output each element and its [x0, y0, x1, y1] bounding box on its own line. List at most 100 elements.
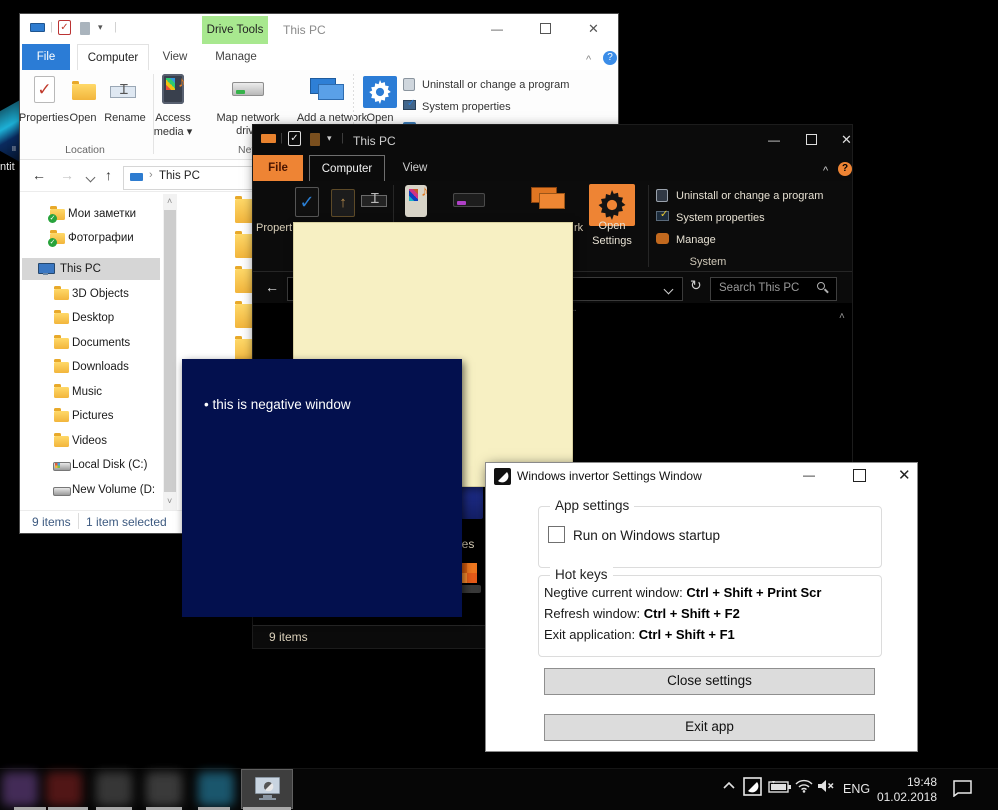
- taskbar-app-button[interactable]: [96, 772, 132, 806]
- open-settings-tile[interactable]: [363, 76, 397, 108]
- negative-window[interactable]: • this is negative window: [182, 359, 462, 617]
- close-button[interactable]: ✕: [588, 21, 599, 37]
- sidebar-item-3d-objects[interactable]: 3D Objects: [20, 283, 160, 305]
- system-properties-item[interactable]: System properties: [422, 101, 511, 113]
- search-placeholder[interactable]: Search This PC: [719, 282, 799, 294]
- system-properties-check: ✓: [660, 209, 669, 220]
- minimize-button[interactable]: —: [491, 22, 503, 36]
- qat-folder-icon[interactable]: [310, 133, 320, 146]
- tab-manage[interactable]: Manage: [206, 44, 266, 70]
- minimize-button[interactable]: —: [768, 133, 780, 147]
- tab-file[interactable]: File: [22, 44, 70, 70]
- battery-icon[interactable]: [768, 780, 792, 793]
- action-center-icon[interactable]: [952, 779, 973, 797]
- tab-view[interactable]: View: [151, 44, 199, 70]
- map-network-drive-button[interactable]: Map network: [215, 112, 281, 124]
- sidebar-item-desktop[interactable]: Desktop: [20, 307, 160, 329]
- sidebar-item-new-volume-d[interactable]: New Volume (D:: [20, 479, 160, 501]
- close-button[interactable]: ✕: [898, 466, 911, 484]
- open-settings-line2: Settings: [592, 235, 632, 247]
- properties-icon[interactable]: ✓: [295, 187, 319, 217]
- qat-properties-icon[interactable]: ✓: [58, 20, 71, 35]
- add-network-icon2: [318, 84, 344, 100]
- breadcrumb[interactable]: This PC: [159, 170, 200, 182]
- minimize-button[interactable]: —: [803, 468, 815, 482]
- help-icon[interactable]: ?: [603, 51, 617, 65]
- open-settings-button[interactable]: Open: [589, 220, 635, 232]
- tab-computer[interactable]: Computer: [309, 155, 385, 182]
- properties-icon[interactable]: ✓: [34, 76, 55, 103]
- properties-label-fragment[interactable]: Propert: [256, 222, 292, 234]
- ribbon-collapse-icon[interactable]: ^: [823, 165, 828, 177]
- qat-new-folder-icon[interactable]: [80, 22, 90, 35]
- access-media-button[interactable]: Access: [148, 112, 198, 124]
- sidebar-item-this-pc[interactable]: This PC: [20, 258, 160, 280]
- forward-icon[interactable]: →: [60, 167, 74, 183]
- sync-check-icon: ✓: [48, 238, 57, 247]
- back-icon[interactable]: ←: [265, 279, 279, 295]
- taskbar-app-button[interactable]: [146, 772, 182, 806]
- taskbar-app-button[interactable]: [46, 772, 82, 806]
- tab-computer[interactable]: Computer: [77, 44, 149, 71]
- tray-invertor-icon[interactable]: [743, 777, 762, 796]
- qat-properties-icon[interactable]: ✓: [288, 131, 301, 146]
- qat-separator2: |: [114, 21, 117, 33]
- taskbar-invertor-button-active[interactable]: [241, 769, 293, 809]
- taskbar-app-button[interactable]: [198, 772, 234, 806]
- maximize-button[interactable]: [806, 134, 817, 148]
- qat-separator2: |: [341, 132, 344, 144]
- qat-dropdown-icon[interactable]: ▾: [98, 22, 103, 33]
- open-settings-button[interactable]: Open: [357, 112, 403, 124]
- taskbar-app-button[interactable]: [2, 772, 38, 806]
- exit-app-button[interactable]: Exit app: [544, 714, 875, 741]
- system-properties-item[interactable]: System properties: [676, 212, 765, 224]
- uninstall-program-item[interactable]: Uninstall or change a program: [422, 79, 569, 91]
- settings-window-title: Windows invertor Settings Window: [517, 469, 702, 483]
- wifi-icon[interactable]: [795, 779, 813, 793]
- scroll-up-icon[interactable]: ˄: [839, 311, 845, 322]
- tab-file[interactable]: File: [253, 155, 303, 181]
- sidebar-item-downloads[interactable]: Downloads: [20, 356, 160, 378]
- drive-tools-contextual-tab[interactable]: Drive Tools: [202, 16, 268, 44]
- scroll-up-icon[interactable]: ˄: [167, 196, 172, 206]
- refresh-icon[interactable]: ↻: [690, 278, 702, 294]
- tray-expand-icon[interactable]: [722, 781, 736, 791]
- close-settings-button[interactable]: Close settings: [544, 668, 875, 695]
- close-button[interactable]: ✕: [841, 132, 852, 148]
- manage-item[interactable]: Manage: [676, 234, 716, 246]
- run-on-startup-label[interactable]: Run on Windows startup: [573, 528, 720, 543]
- help-icon[interactable]: ?: [838, 162, 852, 176]
- sidebar-item-pictures[interactable]: Pictures: [20, 405, 160, 427]
- scrollbar-thumb[interactable]: [164, 210, 176, 492]
- clock-time[interactable]: 19:48: [880, 775, 937, 789]
- maximize-button[interactable]: [540, 23, 551, 37]
- up-icon[interactable]: ↑: [105, 167, 112, 183]
- qat-dropdown-icon[interactable]: ▾: [327, 133, 332, 144]
- sidebar-item-notes[interactable]: ✓ Мои заметки: [20, 203, 160, 225]
- group-location-label: Location: [65, 144, 105, 156]
- sidebar-item-videos[interactable]: Videos: [20, 430, 160, 452]
- sidebar-item-documents[interactable]: Documents: [20, 332, 160, 354]
- folder-up-icon[interactable]: ↑: [331, 189, 355, 217]
- uninstall-icon: [403, 78, 415, 91]
- rename-button[interactable]: Rename: [100, 112, 150, 124]
- address-dropdown-icon[interactable]: [663, 284, 674, 296]
- hotkey-row-refresh: Refresh window: Ctrl + Shift + F2: [544, 606, 740, 621]
- back-icon[interactable]: ←: [32, 167, 46, 183]
- maximize-button[interactable]: [853, 469, 866, 485]
- scroll-down-icon[interactable]: ˅: [167, 496, 172, 506]
- clock-date[interactable]: 01.02.2018: [872, 790, 937, 804]
- desktop: II ntit | ✓ ▾ | Drive Tools This PC — ✕ …: [0, 0, 998, 810]
- recent-locations-icon[interactable]: [85, 172, 96, 184]
- access-media-screen: [166, 78, 175, 90]
- run-on-startup-checkbox[interactable]: [548, 526, 565, 543]
- ribbon-collapse-icon[interactable]: ^: [586, 54, 591, 66]
- language-indicator[interactable]: ENG: [843, 782, 870, 796]
- sidebar-item-photos[interactable]: ✓ Фотографии: [20, 227, 160, 249]
- sidebar-item-music[interactable]: Music: [20, 381, 160, 403]
- open-folder-icon[interactable]: [72, 81, 96, 100]
- tab-view[interactable]: View: [391, 155, 439, 181]
- sidebar-item-local-disk-c[interactable]: Local Disk (C:): [20, 454, 160, 476]
- volume-muted-icon[interactable]: [817, 779, 835, 793]
- uninstall-program-item[interactable]: Uninstall or change a program: [676, 190, 823, 202]
